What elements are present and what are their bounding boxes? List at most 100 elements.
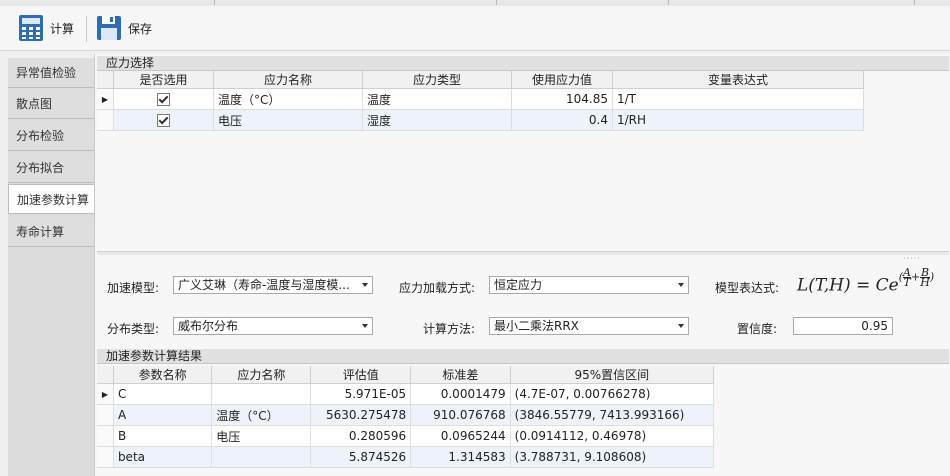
param-name-cell[interactable]: A <box>113 404 213 426</box>
row-indicator-header <box>97 71 114 89</box>
main-content: 应力选择 是否选用 应力名称 应力类型 使用应力值 变量表达式 ▶ 温度（°C）… <box>94 54 950 476</box>
calculate-label: 计算 <box>50 21 75 36</box>
stress-type-cell[interactable]: 温度 <box>362 88 512 110</box>
estimate-cell[interactable]: 5.971E-05 <box>310 383 412 405</box>
stress-selection-header: 应力选择 <box>97 56 949 71</box>
column-header[interactable]: 应力名称 <box>211 366 312 384</box>
results-header: 加速参数计算结果 <box>97 349 949 364</box>
param-name-cell[interactable]: C <box>113 383 213 405</box>
table-row[interactable]: ▶ 温度（°C） 温度 104.85 1/T <box>97 88 864 110</box>
nav-label: 分布拟合 <box>16 161 65 175</box>
row-indicator <box>97 446 114 468</box>
column-header[interactable]: 是否选用 <box>113 71 214 89</box>
param-stress-cell[interactable]: 电压 <box>211 425 312 447</box>
tab-strip-segment[interactable] <box>668 0 915 5</box>
save-button[interactable]: 保存 <box>96 12 152 44</box>
current-row-indicator: ▶ <box>97 88 114 110</box>
method-label: 计算方法: <box>423 322 476 336</box>
confidence-label: 置信度: <box>737 322 778 336</box>
panel-splitter[interactable] <box>97 251 949 255</box>
column-header[interactable]: 应力名称 <box>213 71 363 89</box>
variable-expression-cell[interactable]: 1/RH <box>612 109 864 131</box>
estimate-cell[interactable]: 5630.275478 <box>310 404 412 426</box>
distribution-select[interactable]: 威布尔分布 <box>173 317 373 335</box>
param-stress-cell[interactable] <box>211 383 312 405</box>
param-name-cell[interactable]: B <box>113 425 213 447</box>
formula-t: T <box>903 276 911 289</box>
stress-name-cell[interactable]: 电压 <box>213 109 363 131</box>
std-dev-cell[interactable]: 0.0965244 <box>410 425 511 447</box>
stress-type-cell[interactable]: 湿度 <box>362 109 512 131</box>
chevron-down-icon <box>678 324 684 328</box>
confidence-interval-cell[interactable]: (3.788731, 9.108608) <box>510 446 715 468</box>
confidence-input[interactable]: 0.95 <box>793 317 893 335</box>
calculate-button[interactable]: 计算 <box>18 12 74 44</box>
nav-item-outlier-test[interactable]: 异常值检验 <box>8 58 94 88</box>
row-indicator-header <box>97 366 114 384</box>
column-header[interactable]: 95%置信区间 <box>510 366 715 384</box>
std-dev-cell[interactable]: 0.0001479 <box>410 383 511 405</box>
variable-expression-cell[interactable]: 1/T <box>612 88 864 110</box>
column-header[interactable]: 参数名称 <box>113 366 213 384</box>
confidence-interval-cell[interactable]: (0.0914112, 0.46978) <box>510 425 715 447</box>
stress-table-header: 是否选用 应力名称 应力类型 使用应力值 变量表达式 <box>97 71 864 89</box>
estimate-cell[interactable]: 0.280596 <box>310 425 412 447</box>
select-checkbox[interactable] <box>157 93 170 106</box>
confidence-interval-cell[interactable]: (4.7E-07, 0.00766278) <box>510 383 715 405</box>
load-mode-select[interactable]: 恒定应力 <box>489 276 689 294</box>
current-row-indicator: ▶ <box>97 383 114 405</box>
distribution-label: 分布类型: <box>107 322 160 336</box>
std-dev-cell[interactable]: 1.314583 <box>410 446 511 468</box>
table-row[interactable]: B 电压 0.280596 0.0965244 (0.0914112, 0.46… <box>97 425 715 447</box>
chevron-down-icon <box>362 283 368 287</box>
table-row[interactable]: ▶ C 5.971E-05 0.0001479 (4.7E-07, 0.0076… <box>97 383 715 405</box>
nav-item-acceleration-params[interactable]: 加速参数计算 <box>8 184 96 214</box>
table-row[interactable]: A 温度（°C） 5630.275478 910.076768 (3846.55… <box>97 404 715 426</box>
splitter-grip-icon[interactable]: ····· <box>903 254 921 263</box>
tab-strip-segment[interactable] <box>0 0 215 5</box>
save-label: 保存 <box>128 21 153 36</box>
estimate-cell[interactable]: 5.874526 <box>310 446 412 468</box>
param-stress-cell[interactable] <box>211 446 312 468</box>
formula-exponent: (A T + B H) <box>898 266 935 289</box>
nav-label: 寿命计算 <box>16 225 65 239</box>
select-checkbox[interactable] <box>157 114 170 127</box>
column-header[interactable]: 标准差 <box>410 366 511 384</box>
column-header[interactable]: 应力类型 <box>362 71 512 89</box>
toolbar-separator <box>86 16 87 42</box>
results-table-header: 参数名称 应力名称 评估值 标准差 95%置信区间 <box>97 366 715 384</box>
param-stress-cell[interactable]: 温度（°C） <box>211 404 312 426</box>
nav-item-distribution-test[interactable]: 分布检验 <box>8 121 94 151</box>
tab-strip-segment[interactable] <box>496 0 669 5</box>
nav-item-scatter-plot[interactable]: 散点图 <box>8 89 94 119</box>
column-header[interactable]: 评估值 <box>310 366 412 384</box>
select-checkbox-cell[interactable] <box>113 88 214 110</box>
stress-name-cell[interactable]: 温度（°C） <box>213 88 363 110</box>
method-value: 最小二乘法RRX <box>494 319 579 333</box>
nav-label: 异常值检验 <box>16 66 77 80</box>
method-select[interactable]: 最小二乘法RRX <box>489 317 689 335</box>
chevron-down-icon <box>678 283 684 287</box>
nav-item-distribution-fit[interactable]: 分布拟合 <box>8 153 94 183</box>
row-indicator <box>97 109 114 131</box>
table-row[interactable]: 电压 湿度 0.4 1/RH <box>97 109 864 131</box>
formula-lhs: L(T,H) = Ce <box>797 275 899 296</box>
table-row[interactable]: beta 5.874526 1.314583 (3.788731, 9.1086… <box>97 446 715 468</box>
tab-strip-segment[interactable] <box>214 0 497 5</box>
save-icon <box>97 16 121 40</box>
std-dev-cell[interactable]: 910.076768 <box>410 404 511 426</box>
acceleration-model-select[interactable]: 广义艾琳（寿命-温度与湿度模... <box>173 276 373 294</box>
confidence-interval-cell[interactable]: (3846.55779, 7413.993166) <box>510 404 715 426</box>
stress-value-cell[interactable]: 0.4 <box>511 109 613 131</box>
stress-value-cell[interactable]: 104.85 <box>511 88 613 110</box>
param-name-cell[interactable]: beta <box>113 446 213 468</box>
select-checkbox-cell[interactable] <box>113 109 214 131</box>
nav-item-life-calc[interactable]: 寿命计算 <box>8 217 94 247</box>
model-expression-label: 模型表达式: <box>715 281 780 295</box>
toolbar: 计算 保存 <box>0 6 950 51</box>
load-mode-label: 应力加载方式: <box>399 281 476 295</box>
column-header[interactable]: 变量表达式 <box>612 71 864 89</box>
row-indicator <box>97 404 114 426</box>
column-header[interactable]: 使用应力值 <box>511 71 613 89</box>
nav-label: 散点图 <box>16 97 53 111</box>
